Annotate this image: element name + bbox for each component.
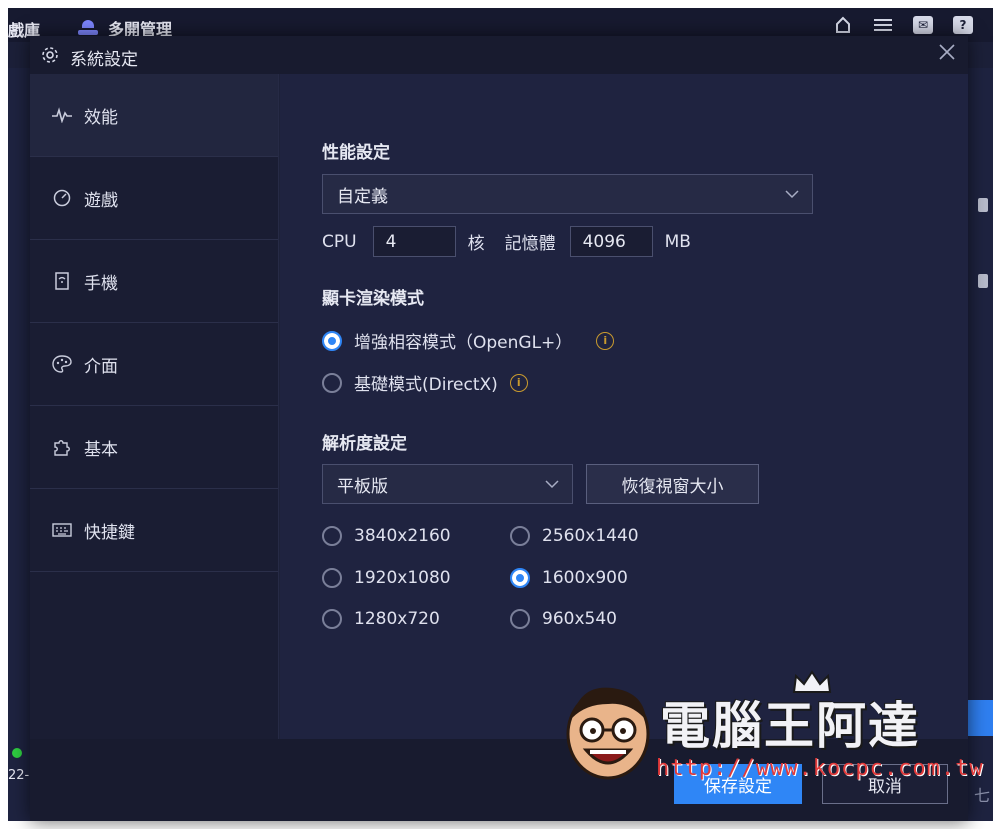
radio-unselected-icon[interactable] — [510, 526, 530, 546]
graphics-option-label: 增強相容模式（OpenGL+） — [354, 333, 573, 353]
menu-icon[interactable] — [873, 16, 893, 34]
chevron-down-icon — [545, 480, 559, 489]
sidebar-item-game[interactable]: 遊戲 — [30, 157, 278, 240]
resolution-option-label: 1600x900 — [542, 568, 628, 588]
resolution-option-label: 1280x720 — [354, 609, 440, 629]
blue-action-button[interactable] — [968, 700, 993, 736]
chevron-down-icon — [785, 190, 799, 199]
restore-window-size-button[interactable]: 恢復視窗大小 — [586, 464, 759, 504]
sidebar-item-interface[interactable]: 介面 — [30, 323, 278, 406]
settings-content: 性能設定 自定義 CPU 核 記憶體 MB 顯卡渲染模式 增強相容模式（Open… — [280, 74, 968, 739]
app-right-strip: 七 — [968, 68, 993, 821]
performance-section-title: 性能設定 — [322, 143, 390, 163]
radio-unselected-icon[interactable] — [322, 526, 342, 546]
cpu-unit: 核 — [467, 234, 485, 254]
puzzle-icon — [52, 437, 72, 457]
resolution-option-label: 2560x1440 — [542, 526, 639, 546]
cpu-label: CPU — [322, 231, 357, 252]
close-icon[interactable] — [934, 42, 960, 68]
graphics-section-title: 顯卡渲染模式 — [322, 289, 424, 309]
graphics-option-opengl[interactable]: 增強相容模式（OpenGL+） i — [322, 328, 615, 353]
right-strip-text: 七 — [974, 786, 991, 805]
status-dot-icon — [12, 748, 22, 758]
sidebar-item-shortcuts[interactable]: 快捷鍵 — [30, 489, 278, 572]
memory-input[interactable] — [569, 226, 653, 257]
app-left-strip: 22- — [8, 68, 30, 821]
message-icon[interactable]: ✉ — [913, 16, 933, 34]
radio-unselected-icon[interactable] — [322, 609, 342, 629]
sidebar-item-performance[interactable]: 效能 — [30, 74, 278, 157]
phone-icon — [52, 271, 72, 291]
graphics-option-directx[interactable]: 基礎模式(DirectX) i — [322, 370, 528, 395]
home-icon[interactable] — [833, 16, 853, 34]
radio-unselected-icon[interactable] — [322, 372, 342, 393]
top-right-toolbar: ✉ ? — [833, 16, 973, 34]
resolution-option-1920x1080[interactable]: 1920x1080 — [322, 568, 451, 588]
sidebar-item-label: 遊戲 — [84, 190, 118, 211]
memory-label: 記憶體 — [504, 234, 556, 254]
game-icon — [52, 188, 72, 208]
sidebar-item-phone[interactable]: 手機 — [30, 240, 278, 323]
keyboard-icon — [52, 520, 72, 540]
sidebar-item-basic[interactable]: 基本 — [30, 406, 278, 489]
resolution-option-1600x900[interactable]: 1600x900 — [510, 568, 628, 588]
cpu-memory-row: CPU 核 記憶體 MB — [322, 226, 691, 257]
resolution-section-title: 解析度設定 — [322, 434, 407, 454]
sidebar-item-label: 介面 — [84, 356, 118, 377]
gear-icon — [40, 45, 60, 65]
radio-unselected-icon[interactable] — [322, 568, 342, 588]
resolution-option-2560x1440[interactable]: 2560x1440 — [510, 526, 639, 546]
sidebar-item-label: 基本 — [84, 439, 118, 460]
resolution-option-960x540[interactable]: 960x540 — [510, 609, 617, 629]
resolution-option-3840x2160[interactable]: 3840x2160 — [322, 526, 451, 546]
resolution-option-1280x720[interactable]: 1280x720 — [322, 609, 440, 629]
system-settings-dialog: 系統設定 效能 遊戲 手機 介面 基本 快捷鍵 性能設定 自定義 CPU 4 核… — [30, 36, 968, 821]
left-strip-text: 22- — [8, 768, 30, 783]
info-icon[interactable]: i — [596, 331, 615, 350]
radio-selected-icon[interactable] — [510, 568, 530, 588]
sidebar-item-label: 快捷鍵 — [84, 522, 135, 543]
resolution-option-label: 960x540 — [542, 609, 617, 629]
memory-unit: MB — [664, 231, 691, 252]
radio-unselected-icon[interactable] — [510, 609, 530, 629]
multi-instance-icon — [78, 20, 98, 36]
save-settings-button[interactable]: 保存設定 — [674, 764, 802, 804]
radio-selected-icon[interactable] — [322, 330, 342, 351]
resolution-option-label: 1920x1080 — [354, 568, 451, 588]
cancel-button[interactable]: 取消 — [822, 764, 948, 804]
dialog-footer: 保存設定 取消 — [30, 739, 968, 821]
cpu-cores-input[interactable] — [372, 226, 456, 257]
pulse-icon — [52, 105, 72, 125]
help-icon[interactable]: ? — [953, 16, 973, 34]
resolution-preset-value: 平板版 — [337, 476, 388, 497]
info-icon[interactable]: i — [509, 373, 528, 392]
resolution-preset-select[interactable]: 平板版 — [322, 464, 573, 504]
dialog-header: 系統設定 — [30, 36, 968, 74]
settings-gear-icon[interactable] — [978, 198, 988, 212]
graphics-option-label: 基礎模式(DirectX) — [354, 375, 498, 395]
palette-icon — [52, 354, 72, 374]
settings-sidebar: 效能 遊戲 手機 介面 基本 快捷鍵 — [30, 74, 279, 739]
sidebar-item-label: 效能 — [84, 107, 118, 128]
performance-preset-select[interactable]: 自定義 — [322, 174, 813, 214]
dialog-title: 系統設定 — [70, 50, 138, 70]
resolution-option-label: 3840x2160 — [354, 526, 451, 546]
sidebar-item-label: 手機 — [84, 273, 118, 294]
performance-preset-value: 自定義 — [337, 186, 388, 207]
settings-gear-icon-2[interactable] — [978, 274, 988, 288]
